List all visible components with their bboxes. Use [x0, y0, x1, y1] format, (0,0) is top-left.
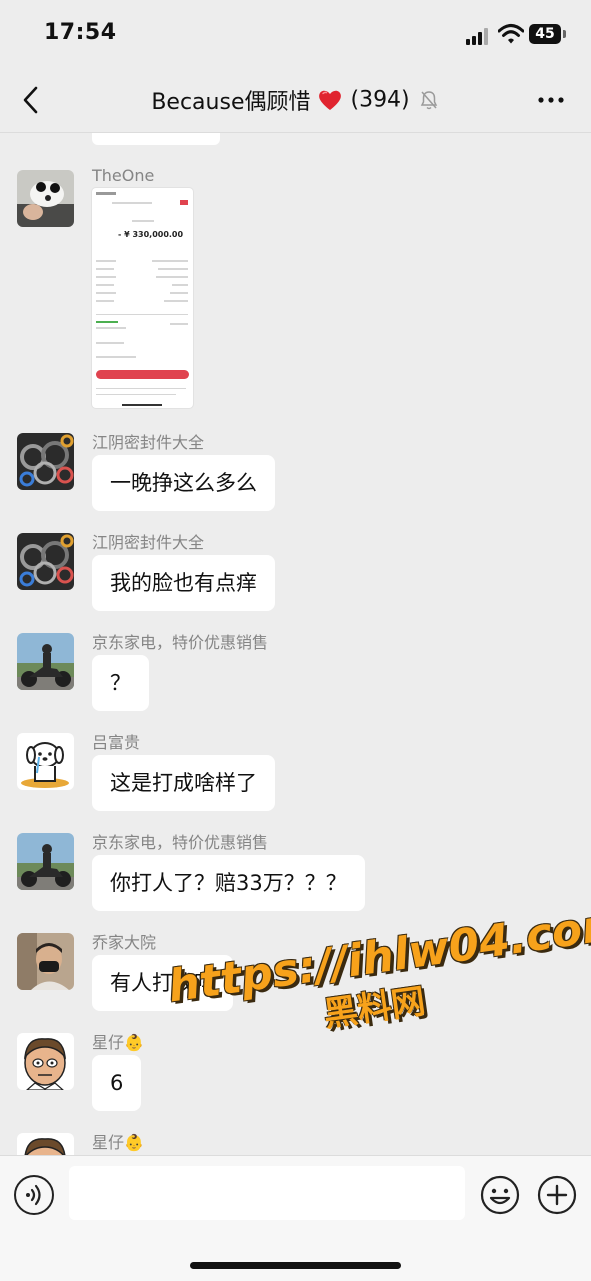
image-message[interactable]: - ¥ 330,000.00	[92, 188, 193, 408]
message-input[interactable]	[69, 1166, 465, 1220]
status-bar: 17:54 45	[0, 0, 591, 70]
sender-name-text: 星仔	[92, 1033, 125, 1052]
message-bubble[interactable]: 你打人了？赔33万？？？	[92, 855, 365, 911]
chat-title[interactable]: Because偶顾惜 (394)	[100, 84, 490, 116]
message-bubble[interactable]: 我的脸也有点痒	[92, 555, 275, 611]
avatar[interactable]	[17, 170, 74, 227]
signal-icon	[466, 27, 492, 45]
avatar[interactable]	[17, 433, 74, 490]
plus-icon[interactable]	[537, 1175, 577, 1215]
wifi-icon	[498, 24, 524, 44]
avatar[interactable]	[17, 1133, 74, 1155]
sender-emoji: 👶	[124, 1033, 144, 1052]
avatar[interactable]	[17, 933, 74, 990]
sender-name: 吕富贵	[92, 733, 141, 752]
mute-icon	[420, 91, 437, 110]
battery-icon: 45	[529, 24, 561, 44]
sender-name: 江阴密封件大全	[92, 533, 205, 552]
message-bubble[interactable]: 一晚挣这么多么	[92, 455, 275, 511]
avatar[interactable]	[17, 733, 74, 790]
member-count: (394)	[350, 87, 410, 113]
message-bubble[interactable]: 有人打我吗	[92, 955, 233, 1011]
voice-icon[interactable]	[14, 1175, 54, 1215]
chat-header: Because偶顾惜 (394)	[0, 70, 591, 133]
message-bubble[interactable]: 这是打成啥样了	[92, 755, 275, 811]
sender-name-text: 星仔	[92, 1133, 125, 1152]
heart-icon	[319, 90, 342, 110]
message-bubble[interactable]: ？	[92, 655, 149, 711]
transfer-amount: - ¥ 330,000.00	[118, 230, 184, 239]
more-icon[interactable]	[536, 88, 566, 112]
status-time: 17:54	[44, 20, 117, 45]
back-icon[interactable]	[16, 82, 48, 118]
previous-message-bubble	[92, 133, 220, 145]
sender-name: 江阴密封件大全	[92, 433, 205, 452]
avatar[interactable]	[17, 1033, 74, 1090]
sender-emoji: 👶	[124, 1133, 144, 1152]
sender-name: 星仔👶	[92, 1129, 144, 1153]
sender-name: 京东家电，特价优惠销售	[92, 633, 269, 652]
sender-name: 星仔👶	[92, 1029, 144, 1053]
avatar[interactable]	[17, 833, 74, 890]
message-list[interactable]: TheOne - ¥ 330,000.00 江阴密封件大全 一晚挣这么多么 江阴…	[0, 133, 591, 1155]
emoji-icon[interactable]	[480, 1175, 520, 1215]
input-bar	[0, 1155, 591, 1281]
home-indicator	[190, 1262, 401, 1269]
sender-name: TheOne	[92, 166, 155, 185]
avatar[interactable]	[17, 633, 74, 690]
avatar[interactable]	[17, 533, 74, 590]
group-name: Because偶顾惜	[151, 90, 311, 115]
sender-name: 京东家电，特价优惠销售	[92, 833, 269, 852]
sender-name: 乔家大院	[92, 933, 157, 952]
battery-tip	[563, 30, 566, 38]
message-bubble[interactable]: 6	[92, 1055, 142, 1111]
